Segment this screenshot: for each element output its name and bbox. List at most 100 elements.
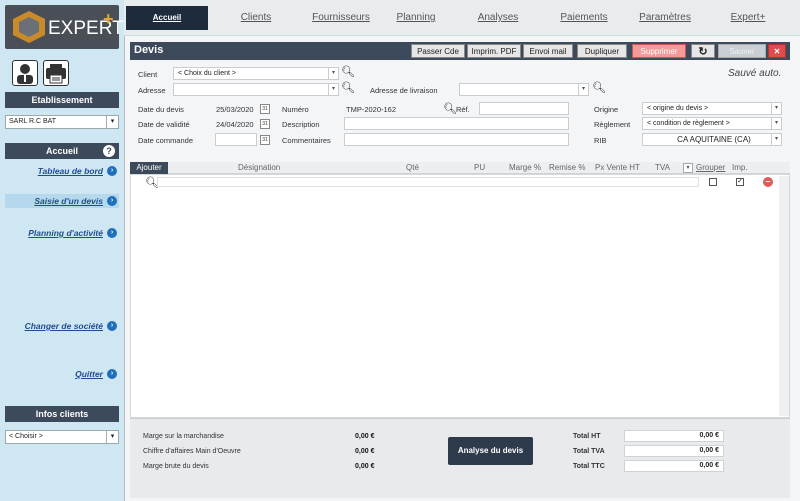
search-adresse-icon[interactable]: 🔍︎ bbox=[341, 81, 355, 94]
marge-brute-value: 0,00 € bbox=[355, 463, 375, 470]
search-adresse-livraison-icon[interactable]: 🔍︎ bbox=[592, 81, 606, 94]
analyse-devis-button[interactable]: Analyse du devis bbox=[448, 437, 533, 465]
ajouter-button[interactable]: Ajouter bbox=[130, 162, 168, 174]
arrow-right-icon: › bbox=[107, 369, 117, 379]
col-pxvente: Px Vente HT bbox=[595, 163, 640, 172]
date-devis-value[interactable]: 25/03/2020 bbox=[216, 105, 254, 114]
date-commande-field[interactable] bbox=[215, 133, 257, 146]
sidebar-link-tableau[interactable]: Tableau de bord › bbox=[5, 164, 119, 178]
lines-scrollbar[interactable] bbox=[779, 176, 789, 416]
chevron-down-icon: ▾ bbox=[328, 84, 338, 95]
client-select[interactable]: < Choix du client > ▾ bbox=[173, 67, 339, 80]
user-profile-icon[interactable] bbox=[12, 60, 38, 86]
col-designation: Désignation bbox=[238, 163, 281, 172]
remove-line-icon[interactable]: – bbox=[763, 177, 773, 187]
supprimer-button[interactable]: Supprimer bbox=[632, 44, 686, 58]
printer-icon[interactable] bbox=[43, 60, 69, 86]
sauver-button[interactable]: Sauver bbox=[718, 44, 766, 58]
col-imp: Imp. bbox=[732, 163, 748, 172]
chevron-down-icon: ▾ bbox=[106, 431, 118, 443]
sidebar-link-quitter[interactable]: Quitter › bbox=[5, 367, 119, 381]
chevron-down-icon: ▾ bbox=[106, 116, 118, 128]
reglement-select-value: < condition de règlement > bbox=[647, 120, 730, 127]
origine-label: Origine bbox=[594, 105, 619, 114]
logo: EXPERT + bbox=[5, 5, 124, 49]
company-select[interactable]: SARL R.C BAT ▾ bbox=[5, 115, 119, 129]
sidebar-link-planning-label: Planning d'activité bbox=[28, 228, 103, 238]
calendar-icon[interactable]: 31 bbox=[260, 135, 270, 145]
description-field[interactable] bbox=[344, 117, 569, 130]
grouper-checkbox[interactable] bbox=[709, 178, 717, 186]
help-icon[interactable]: ? bbox=[103, 145, 115, 157]
tab-clients[interactable]: Clients bbox=[216, 6, 296, 30]
chevron-down-icon: ▾ bbox=[771, 103, 781, 114]
logo-plus: + bbox=[103, 9, 114, 29]
rib-select-value: CA AQUITAINE (CA) bbox=[677, 135, 751, 144]
chevron-down-icon: ▾ bbox=[578, 84, 588, 95]
infos-clients-header: Infos clients bbox=[5, 406, 119, 422]
sidebar-link-tableau-label: Tableau de bord bbox=[37, 166, 103, 176]
lines-table: 🔍︎ ✓ – bbox=[130, 174, 790, 418]
sidebar-link-planning[interactable]: Planning d'activité › bbox=[5, 226, 119, 240]
tab-parametres[interactable]: Paramètres bbox=[629, 6, 701, 30]
tab-expert-plus[interactable]: Expert+ bbox=[716, 6, 780, 30]
accueil-header-label: Accueil bbox=[45, 146, 78, 156]
date-validite-label: Date de validité bbox=[138, 120, 190, 129]
client-info-select[interactable]: < Choisir > ▾ bbox=[5, 430, 119, 444]
col-grouper[interactable]: Grouper bbox=[696, 163, 725, 172]
chevron-down-icon[interactable]: ▾ bbox=[683, 163, 693, 173]
total-ttc-label: Total TTC bbox=[573, 463, 605, 470]
devis-title: Devis bbox=[134, 44, 164, 56]
calendar-icon[interactable]: 31 bbox=[260, 119, 270, 129]
ref-field[interactable] bbox=[479, 102, 569, 115]
tab-planning[interactable]: Planning bbox=[386, 6, 446, 30]
sidebar-link-changer[interactable]: Changer de société › bbox=[5, 319, 119, 333]
main-panel: Devis Passer Cde Imprim. PDF Envoi mail … bbox=[124, 36, 800, 501]
calendar-icon[interactable]: 31 bbox=[260, 104, 270, 114]
tab-analyses[interactable]: Analyses bbox=[467, 6, 529, 30]
col-tva: TVA bbox=[655, 163, 670, 172]
refresh-icon[interactable]: ↻ bbox=[691, 44, 715, 58]
adresse-select[interactable]: ▾ bbox=[173, 83, 339, 96]
description-label: Description bbox=[282, 120, 320, 129]
chevron-down-icon: ▾ bbox=[328, 68, 338, 79]
imp-checkbox[interactable]: ✓ bbox=[736, 178, 744, 186]
rib-label: RIB bbox=[594, 136, 607, 145]
dupliquer-button[interactable]: Dupliquer bbox=[577, 44, 627, 58]
total-ht-value: 0,00 € bbox=[624, 430, 724, 442]
marge-marchandise-label: Marge sur la marchandise bbox=[143, 433, 224, 440]
total-tva-value: 0,00 € bbox=[624, 445, 724, 457]
adresse-livraison-select[interactable]: ▾ bbox=[459, 83, 589, 96]
numero-label: Numéro bbox=[282, 105, 309, 114]
date-validite-value[interactable]: 24/04/2020 bbox=[216, 120, 254, 129]
reglement-select[interactable]: < condition de règlement > ▾ bbox=[642, 117, 782, 130]
autosave-status: Sauvé auto. bbox=[728, 68, 782, 79]
sidebar-link-saisie[interactable]: Saisie d'un devis › bbox=[5, 194, 119, 208]
envoi-mail-button[interactable]: Envoi mail bbox=[523, 44, 573, 58]
imprim-pdf-button[interactable]: Imprim. PDF bbox=[467, 44, 521, 58]
rib-select[interactable]: CA AQUITAINE (CA) ▾ bbox=[642, 133, 782, 146]
sidebar-link-quitter-label: Quitter bbox=[75, 369, 103, 379]
search-numero-icon[interactable]: 🔍︎ bbox=[443, 102, 457, 115]
reglement-label: Règlement bbox=[594, 120, 631, 129]
search-client-icon[interactable]: 🔍︎ bbox=[341, 65, 355, 78]
commentaires-field[interactable] bbox=[344, 133, 569, 146]
col-qte: Qté bbox=[406, 163, 419, 172]
tab-paiements[interactable]: Paiements bbox=[549, 6, 619, 30]
tab-fournisseurs[interactable]: Fournisseurs bbox=[296, 6, 386, 30]
tab-accueil[interactable]: Accueil bbox=[126, 6, 208, 30]
origine-select-value: < origine du devis > bbox=[647, 105, 709, 112]
client-info-select-value: < Choisir > bbox=[9, 433, 43, 440]
client-select-value: < Choix du client > bbox=[178, 70, 236, 77]
designation-input[interactable] bbox=[157, 177, 699, 187]
close-icon[interactable]: ✕ bbox=[768, 44, 786, 58]
total-tva-label: Total TVA bbox=[573, 448, 605, 455]
col-marge: Marge % bbox=[509, 163, 542, 172]
arrow-right-icon: › bbox=[107, 166, 117, 176]
passer-cde-button[interactable]: Passer Cde bbox=[411, 44, 465, 58]
date-commande-label: Date commande bbox=[138, 136, 194, 145]
client-label: Client bbox=[138, 70, 158, 79]
origine-select[interactable]: < origine du devis > ▾ bbox=[642, 102, 782, 115]
devis-toolbar: Devis Passer Cde Imprim. PDF Envoi mail … bbox=[130, 42, 790, 60]
accueil-header: Accueil ? bbox=[5, 143, 119, 159]
